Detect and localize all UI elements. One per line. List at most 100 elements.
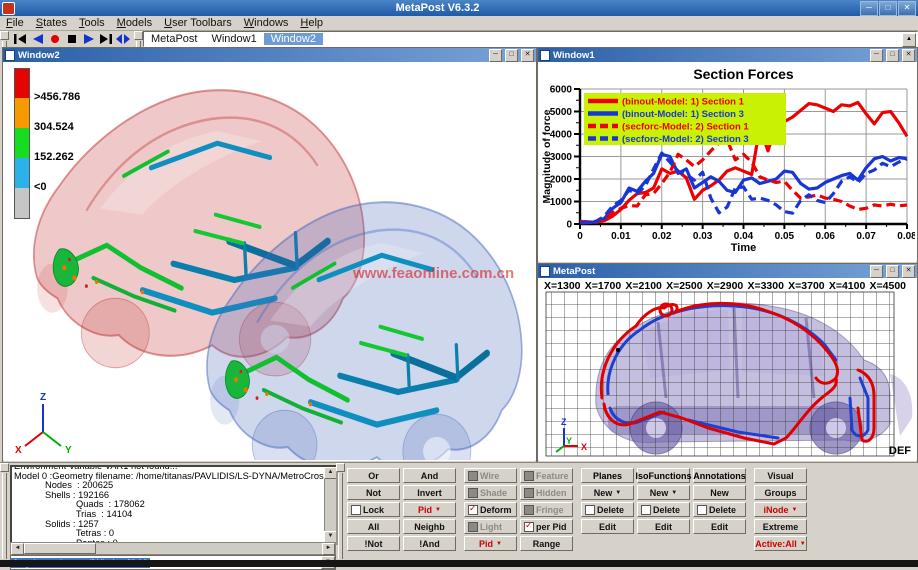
menu-item-file[interactable]: File xyxy=(0,17,30,29)
planes-button[interactable]: Planes xyxy=(581,468,634,483)
menu-item-tools[interactable]: Tools xyxy=(73,17,111,29)
tab-scroll-button[interactable]: ▲ xyxy=(902,33,916,47)
panel-column-selection-b: And Invert Pid▼ Neighb !And xyxy=(403,468,456,560)
console-hscrollbar[interactable]: ◄ ► xyxy=(10,542,336,555)
invert-button[interactable]: Invert xyxy=(403,485,456,500)
last-state-button[interactable] xyxy=(98,32,113,46)
window2-titlebar[interactable]: Window2 ─ □ ✕ xyxy=(3,48,536,62)
tabbar-grip[interactable] xyxy=(134,31,143,47)
console-vscrollbar[interactable]: ▲ ▼ xyxy=(324,467,336,543)
button-label: Neighb xyxy=(414,522,445,532)
checkbox-icon[interactable] xyxy=(697,505,707,515)
hscroll-thumb[interactable] xyxy=(24,543,96,554)
side-view-viewport[interactable]: Z X Y X=1300X=1700X=2100X=2500X=2900X=33… xyxy=(538,278,917,460)
colorbar-label: 304.524 xyxy=(34,121,74,133)
metapost-close-button[interactable]: ✕ xyxy=(902,265,915,278)
inode-button[interactable]: iNode▼ xyxy=(754,502,807,517)
edit-button[interactable]: Edit xyxy=(693,519,746,534)
app-close-button[interactable]: ✕ xyxy=(898,1,916,16)
delete-button[interactable]: Delete xyxy=(693,502,746,517)
pid-button[interactable]: Pid▼ xyxy=(403,502,456,517)
x-section-label: X=2500 xyxy=(666,280,703,292)
play-button[interactable] xyxy=(81,32,96,46)
not-button[interactable]: Not xyxy=(347,485,400,500)
toolbar-grip[interactable] xyxy=(0,31,9,47)
menu-item-windows[interactable]: Windows xyxy=(238,17,295,29)
checkbox-icon[interactable] xyxy=(351,505,361,515)
window1-close-button[interactable]: ✕ xyxy=(902,49,915,62)
-and-button[interactable]: !And xyxy=(403,536,456,551)
message-console[interactable]: Environment Variable VAR1 not found!!! M… xyxy=(10,465,338,545)
app-maximize-button[interactable]: □ xyxy=(879,1,897,16)
stop-button[interactable] xyxy=(64,32,79,46)
pid-button[interactable]: Pid▼ xyxy=(464,536,517,551)
active-all-button[interactable]: Active:All▼ xyxy=(754,536,807,551)
window1-minimize-button[interactable]: ─ xyxy=(870,49,883,62)
checkbox-icon[interactable] xyxy=(585,505,595,515)
metapost-maximize-button[interactable]: □ xyxy=(886,265,899,278)
viewport-3d[interactable]: Z X Y >456.786304.524152.262<0 www.feaon… xyxy=(3,62,536,460)
window1-maximize-button[interactable]: □ xyxy=(886,49,899,62)
menu-item-states[interactable]: States xyxy=(30,17,73,29)
hidden-button: Hidden xyxy=(520,485,573,500)
tab-window1[interactable]: Window1 xyxy=(204,33,263,45)
per-pid-button[interactable]: per Pid xyxy=(520,519,573,534)
button-label: Pid xyxy=(479,539,493,549)
app-icon xyxy=(2,2,15,15)
delete-button[interactable]: Delete xyxy=(581,502,634,517)
all-button[interactable]: All xyxy=(347,519,400,534)
svg-text:Y: Y xyxy=(65,445,72,456)
svg-text:0.03: 0.03 xyxy=(693,231,713,242)
annotations-button[interactable]: Annotations xyxy=(693,468,746,483)
edit-button[interactable]: Edit xyxy=(581,519,634,534)
metapost-window-titlebar[interactable]: MetaPost ─ □ ✕ xyxy=(538,264,917,278)
console-grip[interactable] xyxy=(0,463,9,559)
svg-text:Y: Y xyxy=(566,436,572,446)
app-titlebar[interactable]: MetaPost V6.3.2 ─ □ ✕ xyxy=(0,0,918,16)
menu-item-models[interactable]: Models xyxy=(111,17,158,29)
section-forces-chart[interactable]: 00.010.020.030.040.050.060.070.080100020… xyxy=(538,62,917,261)
tab-metapost[interactable]: MetaPost xyxy=(144,33,204,45)
previous-state-button[interactable] xyxy=(30,32,45,46)
range-button[interactable]: Range xyxy=(520,536,573,551)
or-button[interactable]: Or xyxy=(347,468,400,483)
record-button[interactable] xyxy=(47,32,62,46)
checkbox-icon[interactable] xyxy=(468,505,478,515)
extreme-button[interactable]: Extreme xyxy=(754,519,807,534)
new-button[interactable]: New▼ xyxy=(581,485,634,500)
wire-button: Wire xyxy=(464,468,517,483)
window2: Window2 ─ □ ✕ xyxy=(2,47,537,463)
menu-item-user-toolbars[interactable]: User Toolbars xyxy=(158,17,238,29)
delete-button[interactable]: Delete xyxy=(637,502,690,517)
button-label: Fringe xyxy=(536,505,564,515)
checkbox-icon[interactable] xyxy=(641,505,651,515)
neighb-button[interactable]: Neighb xyxy=(403,519,456,534)
app-title: MetaPost V6.3.2 xyxy=(15,2,860,14)
tab-window2[interactable]: Window2 xyxy=(264,33,323,45)
axis-triad: Z X Y xyxy=(15,392,72,456)
menu-item-help[interactable]: Help xyxy=(294,17,329,29)
edit-button[interactable]: Edit xyxy=(637,519,690,534)
new-button[interactable]: New▼ xyxy=(637,485,690,500)
window2-close-button[interactable]: ✕ xyxy=(521,49,534,62)
window1-titlebar[interactable]: Window1 ─ □ ✕ xyxy=(538,48,917,62)
isofunctions-button[interactable]: IsoFunctions xyxy=(637,468,690,483)
lock-button[interactable]: Lock xyxy=(347,502,400,517)
metapost-minimize-button[interactable]: ─ xyxy=(870,265,883,278)
checkbox-icon[interactable] xyxy=(524,522,534,532)
scroll-right-icon[interactable]: ► xyxy=(322,543,335,555)
groups-button[interactable]: Groups xyxy=(754,485,807,500)
bounce-button[interactable] xyxy=(115,32,130,46)
window2-maximize-button[interactable]: □ xyxy=(505,49,518,62)
deform-button[interactable]: Deform xyxy=(464,502,517,517)
app-minimize-button[interactable]: ─ xyxy=(860,1,878,16)
window2-minimize-button[interactable]: ─ xyxy=(489,49,502,62)
first-state-button[interactable] xyxy=(13,32,28,46)
button-label: !And xyxy=(419,539,440,549)
svg-text:Magnitude of force: Magnitude of force xyxy=(541,109,553,203)
and-button[interactable]: And xyxy=(403,468,456,483)
scroll-left-icon[interactable]: ◄ xyxy=(11,543,24,555)
-not-button[interactable]: !Not xyxy=(347,536,400,551)
new-button[interactable]: New xyxy=(693,485,746,500)
visual-button[interactable]: Visual xyxy=(754,468,807,483)
